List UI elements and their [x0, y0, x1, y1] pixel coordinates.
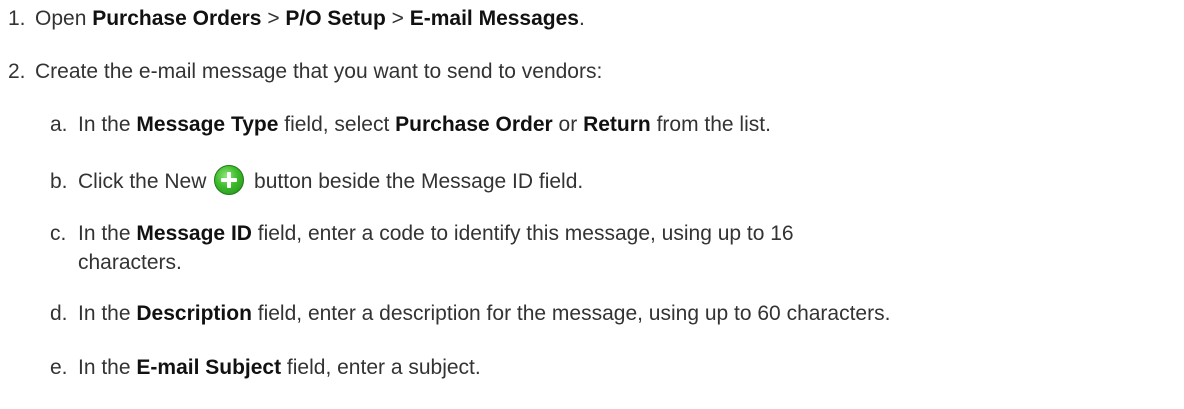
- substep-letter: c.: [50, 222, 67, 245]
- text-fragment: or: [552, 113, 584, 136]
- text-fragment: Open: [35, 7, 93, 30]
- text-fragment: In the: [78, 113, 137, 136]
- menu-po-setup: P/O Setup: [285, 7, 386, 30]
- field-email-subject: E-mail Subject: [136, 356, 282, 379]
- substep-text: characters.: [78, 251, 182, 274]
- option-purchase-order: Purchase Order: [395, 113, 553, 136]
- substep-text: In the Message Type field, select Purcha…: [78, 111, 771, 139]
- menu-separator: >: [261, 7, 286, 30]
- field-message-type: Message Type: [136, 113, 279, 136]
- substep-letter: d.: [50, 302, 68, 325]
- option-return: Return: [583, 113, 651, 136]
- substep-text: Click the New button beside the Message …: [78, 165, 584, 196]
- substep-letter: a.: [50, 113, 68, 136]
- text-fragment: .: [578, 7, 585, 30]
- menu-separator: >: [385, 7, 410, 30]
- menu-email-messages: E-mail Messages: [409, 7, 579, 30]
- substep-text: In the Message ID field, enter a code to…: [78, 220, 794, 248]
- text-fragment: In the: [78, 222, 137, 245]
- add-plus-icon: [214, 165, 245, 196]
- text-fragment: field, enter a subject.: [281, 356, 481, 379]
- text-fragment: field, enter a description for the messa…: [251, 302, 891, 325]
- step-number: 2.: [8, 60, 26, 83]
- text-fragment: button beside the Message ID field.: [248, 170, 584, 193]
- text-fragment: field, enter a code to identify this mes…: [251, 222, 794, 245]
- text-fragment: In the: [78, 302, 137, 325]
- substep-text: In the Description field, enter a descri…: [78, 300, 890, 328]
- step-number: 1.: [8, 7, 26, 30]
- substep-letter: e.: [50, 356, 68, 379]
- menu-purchase-orders: Purchase Orders: [92, 7, 262, 30]
- substep-letter: b.: [50, 170, 68, 193]
- substep-text: In the E-mail Subject field, enter a sub…: [78, 354, 481, 382]
- text-fragment: In the: [78, 356, 137, 379]
- text-fragment: from the list.: [650, 113, 771, 136]
- field-message-id: Message ID: [136, 222, 252, 245]
- step-text: Open Purchase Orders > P/O Setup > E-mai…: [35, 5, 585, 33]
- step-text: Create the e-mail message that you want …: [35, 60, 603, 83]
- text-fragment: field, select: [278, 113, 396, 136]
- text-fragment: Click the New: [78, 170, 213, 193]
- field-description: Description: [136, 302, 252, 325]
